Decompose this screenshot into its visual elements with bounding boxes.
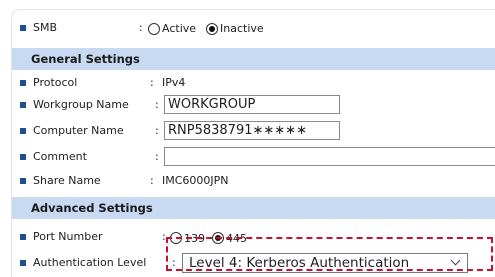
workgroup-label: Workgroup Name [33,98,129,111]
smb-inactive-label[interactable]: Inactive [220,22,264,35]
workgroup-colon: : [155,98,159,111]
comment-row: Comment : [12,146,495,168]
advanced-settings-title: Advanced Settings [31,201,153,215]
smb-row: SMB : Active Inactive [12,18,495,40]
general-settings-title: General Settings [31,52,140,66]
smb-active-radio[interactable] [148,23,160,35]
bullet-icon [20,25,26,31]
protocol-label: Protocol [33,76,78,89]
computer-label: Computer Name [33,124,124,137]
comment-label: Comment [33,150,87,163]
bullet-icon [20,178,26,184]
port-label: Port Number [33,230,103,243]
workgroup-row: Workgroup Name : WORKGROUP [12,94,495,116]
auth-label: Authentication Level [33,256,147,269]
computer-name-field[interactable]: RNP5838791∗∗∗∗∗ [164,121,340,140]
highlight-box [166,237,493,271]
comment-colon: : [155,150,159,163]
bullet-icon [20,102,26,108]
bullet-icon [20,154,26,160]
share-label: Share Name [33,174,101,187]
bullet-icon [20,80,26,86]
share-value: IMC6000JPN [162,174,229,187]
workgroup-name-field[interactable]: WORKGROUP [164,95,340,114]
protocol-colon: : [150,76,154,89]
share-row: Share Name : IMC6000JPN [12,172,495,190]
comment-field[interactable] [164,147,495,166]
computer-colon: : [155,124,159,137]
advanced-settings-header: Advanced Settings [12,197,495,219]
computer-row: Computer Name : RNP5838791∗∗∗∗∗ [12,120,495,142]
general-settings-header: General Settings [12,48,495,70]
smb-inactive-radio[interactable] [206,23,218,35]
share-colon: : [150,174,154,187]
smb-colon: : [139,21,143,34]
bullet-icon [20,260,26,266]
smb-active-label[interactable]: Active [162,22,196,35]
bullet-icon [20,234,26,240]
smb-label: SMB [33,21,58,34]
protocol-row: Protocol : IPv4 [12,74,495,92]
bullet-icon [20,128,26,134]
protocol-value: IPv4 [162,76,186,89]
